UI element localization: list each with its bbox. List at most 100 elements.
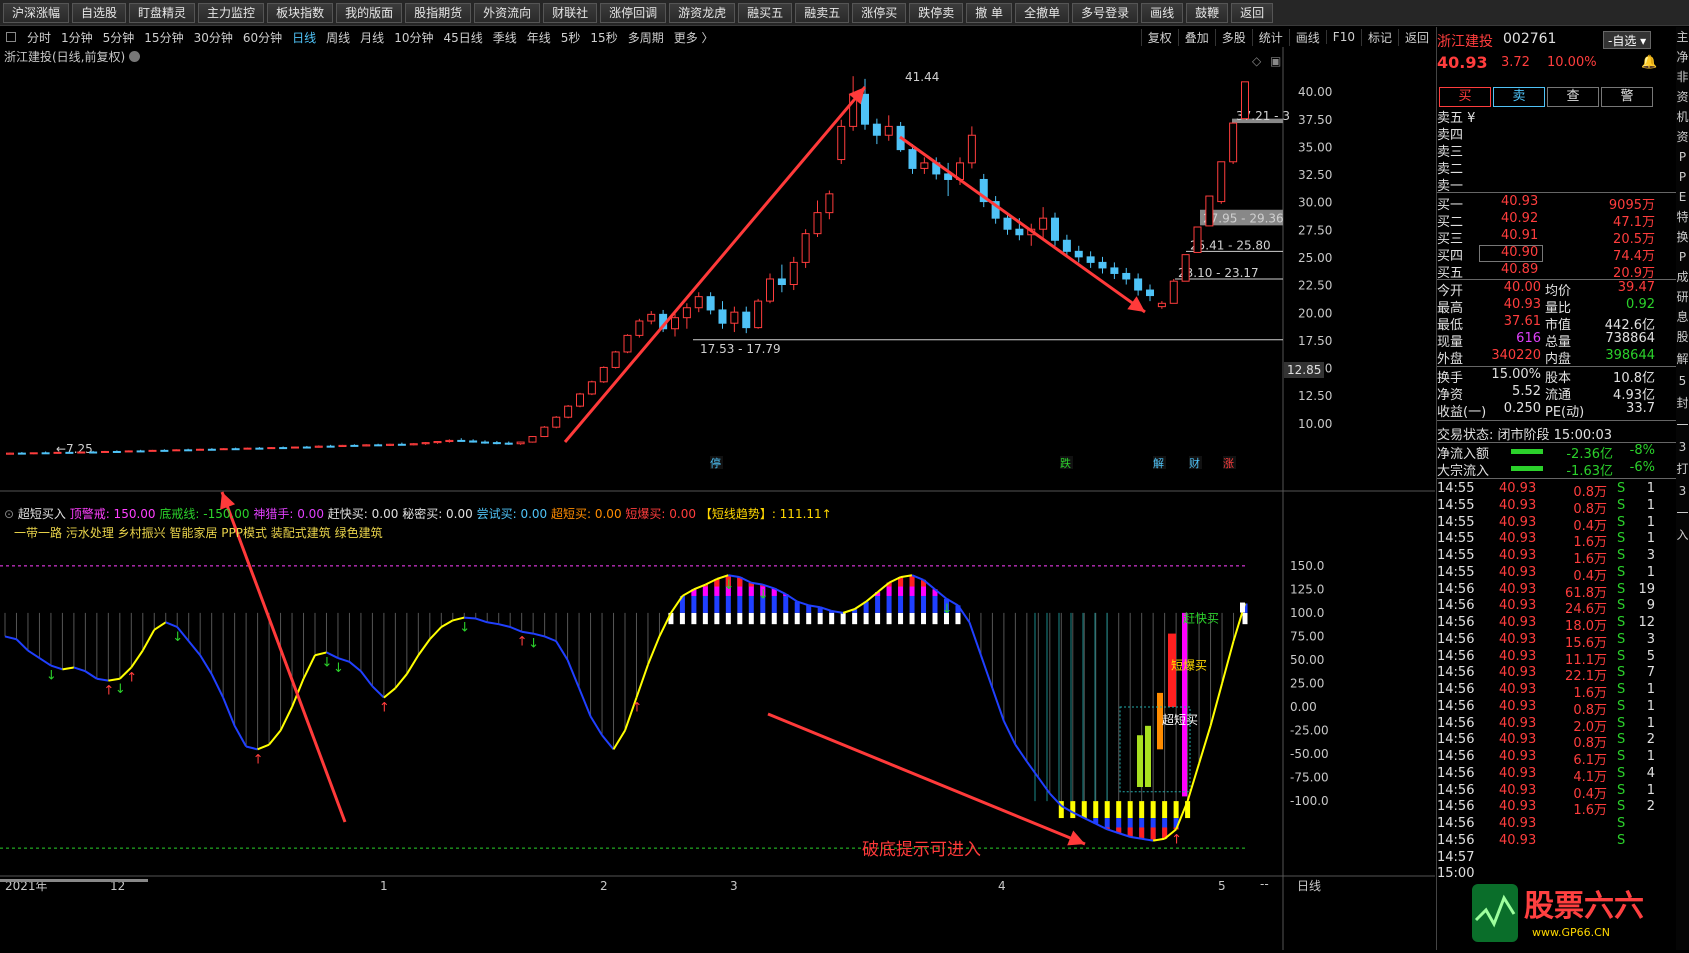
edge-tab[interactable]: 非 <box>1676 67 1689 87</box>
edge-tab[interactable]: P <box>1676 247 1689 267</box>
buy-level[interactable]: 买五 40.89 20.9万 <box>1437 262 1677 281</box>
edge-tab[interactable]: 成 <box>1676 267 1689 287</box>
period-tab[interactable]: 月线 <box>355 29 389 46</box>
toolbar-button[interactable]: 鼓鞭 <box>1186 2 1229 23</box>
trade-button[interactable]: 警 <box>1601 87 1653 107</box>
chart-settings-icon[interactable] <box>129 51 141 62</box>
toolbar-button[interactable]: 返回 <box>1231 2 1274 23</box>
toolbar-button[interactable]: 涨停回调 <box>600 2 667 23</box>
period-tab[interactable]: 10分钟 <box>389 29 438 46</box>
toolbar-button[interactable]: 股指期货 <box>405 2 472 23</box>
period-tab[interactable]: 多周期 <box>623 29 669 46</box>
period-tab[interactable]: 周线 <box>321 29 355 46</box>
edge-tab[interactable]: 一 <box>1676 415 1689 437</box>
edge-tab[interactable]: 息 <box>1676 307 1689 327</box>
toolbar-button[interactable]: 自选股 <box>72 2 127 23</box>
period-tab[interactable]: 30分钟 <box>189 29 238 46</box>
trade-button[interactable]: 买 <box>1439 87 1491 107</box>
panel-toggle-icon[interactable] <box>6 32 16 42</box>
edge-tab[interactable]: 3 <box>1676 437 1689 459</box>
period-tab[interactable]: 45日线 <box>438 29 487 46</box>
toolbar-button[interactable]: 盯盘精灵 <box>129 2 196 23</box>
chart-area[interactable]: 40.00 37.50 35.00 32.50 30.00 27.50 25.00 22.50… <box>0 47 1435 950</box>
toolbar-button[interactable]: 融买五 <box>738 2 793 23</box>
top-hist-bar <box>817 607 823 625</box>
period-tab[interactable]: 季线 <box>488 29 522 46</box>
edge-tab[interactable]: 解 <box>1676 349 1689 371</box>
edge-tab[interactable]: P <box>1676 167 1689 187</box>
period-tab[interactable]: 年线 <box>522 29 556 46</box>
tick-time: 14:56 <box>1437 631 1475 647</box>
indicator-title[interactable]: ⊙ 超短买入 顶警戒: 150.00 底戒线: -150.00 神猎手: 0.0… <box>4 505 832 522</box>
toolbar-button[interactable]: 涨停买 <box>852 2 907 23</box>
buy-level[interactable]: 买二 40.92 47.1万 <box>1437 211 1677 230</box>
indicator-line-segment <box>27 649 40 659</box>
tick-count: 7 <box>1646 665 1655 681</box>
chart-tool-button[interactable]: F10 <box>1325 30 1361 44</box>
edge-tab[interactable]: 3 <box>1676 481 1689 503</box>
edge-tab[interactable]: 封 <box>1676 393 1689 415</box>
edge-tab[interactable]: 入 <box>1676 525 1689 547</box>
edge-tab[interactable]: 5 <box>1676 371 1689 393</box>
bell-icon[interactable]: 🔔 <box>1641 55 1657 70</box>
edge-tab[interactable]: 主 <box>1676 27 1689 47</box>
period-tab[interactable]: 60分钟 <box>238 29 287 46</box>
stat-value: 39.47 <box>1617 280 1655 295</box>
toolbar-button[interactable]: 沪深涨幅 <box>3 2 70 23</box>
period-tab[interactable]: 分时 <box>22 29 56 46</box>
edge-tab[interactable]: 特 <box>1676 207 1689 227</box>
toolbar-button[interactable]: 主力监控 <box>198 2 265 23</box>
top-hist-bar <box>806 605 812 625</box>
edge-tab[interactable]: E <box>1676 187 1689 207</box>
chart-tool-button[interactable]: 标记 <box>1360 28 1398 46</box>
toolbar-button[interactable]: 画线 <box>1141 2 1184 23</box>
tick-row: 14:56 40.93 61.8万 S 19 <box>1437 582 1677 601</box>
chart-tool-button[interactable]: 复权 <box>1140 28 1178 46</box>
edge-tab[interactable]: 资 <box>1676 87 1689 107</box>
period-tab[interactable]: 1分钟 <box>56 29 98 46</box>
buy-level[interactable]: 买一 40.93 9095万 <box>1437 194 1677 213</box>
tick-side: S <box>1617 682 1626 697</box>
toolbar-button[interactable]: 撤 单 <box>966 2 1013 23</box>
indicator-line-segment <box>1037 777 1051 795</box>
chart-tool-button[interactable]: 统计 <box>1251 28 1289 46</box>
edge-tab[interactable]: 资 <box>1676 127 1689 147</box>
toolbar-button[interactable]: 跌停卖 <box>909 2 964 23</box>
indicator-expand-icon[interactable]: ⊙ <box>4 507 18 521</box>
trade-button[interactable]: 卖 <box>1493 87 1545 107</box>
edge-tab[interactable]: 换 <box>1676 227 1689 247</box>
toolbar-button[interactable]: 全撤单 <box>1015 2 1070 23</box>
trade-button[interactable]: 查 <box>1547 87 1599 107</box>
chart-tool-button[interactable]: 画线 <box>1288 28 1326 46</box>
edge-tab[interactable]: 打 <box>1676 459 1689 481</box>
period-tab[interactable]: 日线 <box>287 29 321 46</box>
buy-level[interactable]: 买四 40.90 74.4万 <box>1437 245 1677 264</box>
buy-level[interactable]: 买三 40.91 20.5万 <box>1437 228 1677 247</box>
edge-tab[interactable]: 净 <box>1676 47 1689 67</box>
edge-tab[interactable]: P <box>1676 147 1689 167</box>
chart-tool-button[interactable]: 返回 <box>1397 28 1435 46</box>
period-tab[interactable]: 5秒 <box>556 29 586 46</box>
edge-tab[interactable]: 研 <box>1676 287 1689 307</box>
period-tab[interactable]: 5分钟 <box>98 29 140 46</box>
tick-time: 14:56 <box>1437 749 1475 764</box>
tick-time: 14:55 <box>1437 481 1475 496</box>
toolbar-button[interactable]: 我的版面 <box>336 2 403 23</box>
chart-tool-button[interactable]: 叠加 <box>1177 28 1215 46</box>
side-edge-tabs[interactable]: 主净非资机资PPE特换P成研息股解5封一3打3一入 <box>1676 27 1689 950</box>
add-watchlist-button[interactable]: -自选 ▾ <box>1603 31 1652 49</box>
edge-tab[interactable]: 机 <box>1676 107 1689 127</box>
edge-tab[interactable]: 股 <box>1676 327 1689 349</box>
toolbar-button[interactable]: 板块指数 <box>267 2 334 23</box>
chart-tool-button[interactable]: 多股 <box>1214 28 1252 46</box>
toolbar-button[interactable]: 游资龙虎 <box>669 2 736 23</box>
period-tab[interactable]: 15秒 <box>585 29 622 46</box>
toolbar-button[interactable]: 外资流向 <box>474 2 541 23</box>
toolbar-button[interactable]: 融卖五 <box>795 2 850 23</box>
period-tab[interactable]: 更多 〉 <box>669 29 719 46</box>
toolbar-button[interactable]: 财联社 <box>543 2 598 23</box>
period-tab[interactable]: 15分钟 <box>139 29 188 46</box>
sell-arrow-icon: ↓ <box>172 630 183 645</box>
toolbar-button[interactable]: 多号登录 <box>1072 2 1139 23</box>
edge-tab[interactable]: 一 <box>1676 503 1689 525</box>
